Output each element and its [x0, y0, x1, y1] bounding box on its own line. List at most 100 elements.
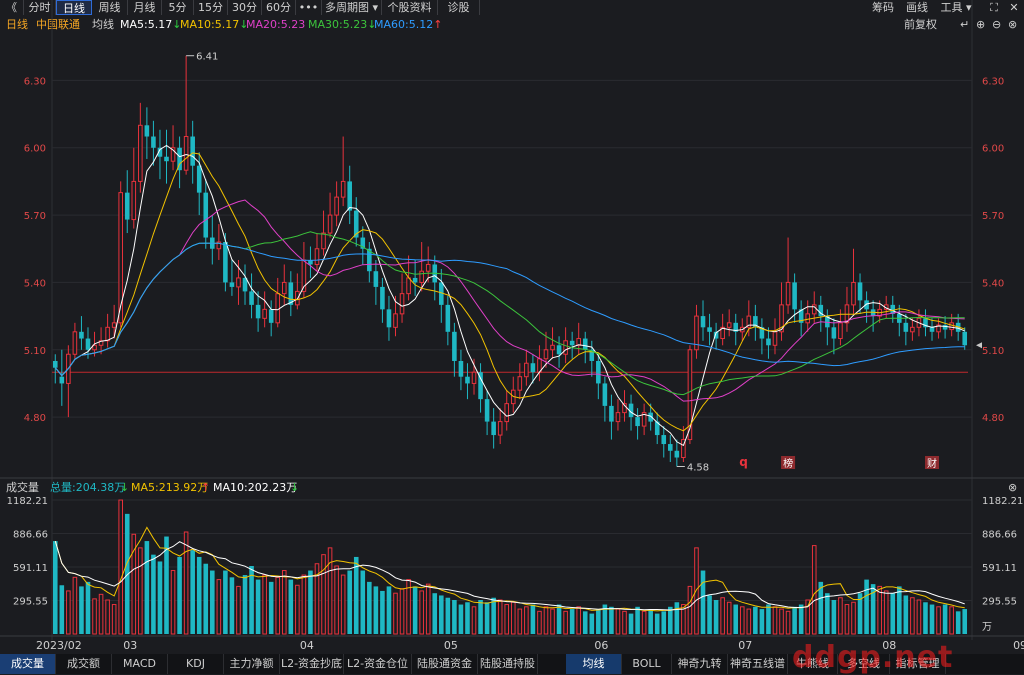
date-label-1: 03: [123, 639, 137, 652]
vol-bar-8: [105, 599, 110, 635]
vol-bar-14: [144, 541, 150, 634]
vol-pane-close-icon: ⊗: [1008, 481, 1017, 494]
vol-bar-1: [59, 585, 65, 634]
candle-4: [79, 316, 84, 350]
ma5-line: [54, 144, 965, 447]
candle-18: [170, 125, 176, 171]
date-label-3: 05: [444, 639, 458, 652]
candle-89: [635, 408, 640, 440]
vol-bar-70: [510, 601, 516, 635]
vol-bar-97: [687, 585, 693, 635]
vol-bar-57: [425, 583, 431, 635]
vol-bar-127: [883, 590, 889, 635]
vol-bar-91: [648, 609, 653, 634]
vol-bar-18: [170, 570, 176, 635]
vol-bar-67: [491, 597, 496, 634]
candle-23: [203, 179, 209, 249]
candle-103: [726, 309, 732, 337]
indicator-tab-1[interactable]: 成交额: [56, 654, 112, 674]
vol-bar-20: [183, 531, 189, 635]
vol-bar-80: [576, 606, 581, 635]
vol-bar-113: [792, 606, 797, 634]
price-tick-left-0: 4.80: [24, 413, 46, 424]
candle-133: [923, 309, 928, 337]
candle-51: [386, 295, 392, 341]
candle-113: [792, 273, 797, 323]
vol-tick-left-0: 295.55: [13, 597, 48, 608]
candle-59: [439, 268, 444, 323]
indicator-tab-7[interactable]: 陆股通资金: [412, 654, 478, 674]
vol-tick-left-3: 1182.21: [7, 496, 48, 507]
vol-bar-69: [504, 604, 510, 635]
candle-74: [537, 345, 542, 382]
indicator-tab-3[interactable]: KDJ: [168, 654, 224, 674]
price-tick-left-5: 6.30: [24, 76, 46, 87]
vol-bar-53: [399, 588, 405, 635]
candle-1: [59, 349, 65, 406]
indicator-tab-0[interactable]: 成交量: [0, 654, 56, 674]
overlay-tab-3[interactable]: 神奇五线谱: [728, 654, 788, 674]
vol-bar-3: [72, 576, 78, 635]
vol-tick-left-2: 886.66: [13, 530, 48, 541]
overlay-tab-2[interactable]: 神奇九转: [672, 654, 728, 674]
vol-bar-121: [844, 604, 850, 635]
candle-86: [615, 399, 621, 431]
indicator-tab-2[interactable]: MACD: [112, 654, 168, 674]
vol-unit: 万: [982, 622, 992, 633]
indicator-tab-8[interactable]: 陆股通持股: [478, 654, 538, 674]
candle-83: [596, 354, 601, 400]
price-tick-right-4: 6.00: [982, 144, 1004, 155]
price-tick-left-1: 5.10: [24, 346, 46, 357]
indicator-tab-4[interactable]: 主力净额: [224, 654, 280, 674]
overlay-tab-1[interactable]: BOLL: [622, 654, 672, 674]
candle-81: [582, 331, 588, 364]
vol-tick-right-0: 295.55: [982, 597, 1017, 608]
overlay-tab-0[interactable]: 均线: [566, 654, 622, 674]
vol-tick-right-1: 591.11: [982, 563, 1017, 574]
indicator-tab-5[interactable]: L2-资金抄底: [280, 654, 344, 674]
candle-84: [602, 376, 608, 422]
vol-bar-22: [196, 556, 202, 634]
vol-bar-137: [949, 606, 954, 635]
vol-bar-39: [308, 570, 313, 634]
candle-104: [733, 313, 739, 346]
vol-bar-26: [223, 570, 228, 634]
vol-bar-110: [772, 606, 778, 635]
vol-bar-16: [157, 561, 163, 634]
vol-total: 总量:204.38万: [50, 480, 125, 494]
candle-108: [759, 318, 765, 355]
vol-bar-87: [622, 610, 627, 635]
vol-bar-55: [412, 586, 418, 634]
price-tick-left-4: 6.00: [24, 144, 46, 155]
vol-bar-116: [811, 545, 817, 635]
vol-bar-56: [419, 590, 424, 635]
candle-69: [504, 390, 510, 431]
candle-95: [674, 439, 680, 467]
vol-bar-47: [360, 570, 366, 634]
date-label-7: 09: [1013, 639, 1024, 652]
candle-70: [510, 376, 516, 413]
vol-bar-102: [720, 597, 725, 635]
indicator-tab-6[interactable]: L2-资金仓位: [344, 654, 412, 674]
date-label-2: 04: [300, 639, 314, 652]
vol-bar-36: [288, 579, 294, 634]
candle-72: [524, 349, 529, 386]
vol-label: 成交量: [6, 480, 39, 494]
vol-bar-7: [98, 593, 104, 635]
candle-47: [360, 226, 366, 265]
candle-36: [288, 271, 294, 317]
vol-bar-41: [321, 554, 326, 635]
vol-bar-25: [216, 579, 222, 635]
vol-bar-13: [138, 547, 143, 635]
date-label-4: 06: [594, 639, 608, 652]
vol-bar-108: [759, 609, 765, 634]
candle-76: [550, 327, 555, 359]
candle-53: [399, 273, 405, 323]
vol-bar-37: [295, 584, 300, 635]
candle-63: [465, 363, 470, 400]
grid: [0, 0, 1024, 640]
vol-bar-107: [753, 606, 758, 634]
candle-39: [308, 246, 313, 278]
vol-bar-95: [674, 602, 680, 634]
vol-total-arrow: ↓: [120, 481, 129, 494]
